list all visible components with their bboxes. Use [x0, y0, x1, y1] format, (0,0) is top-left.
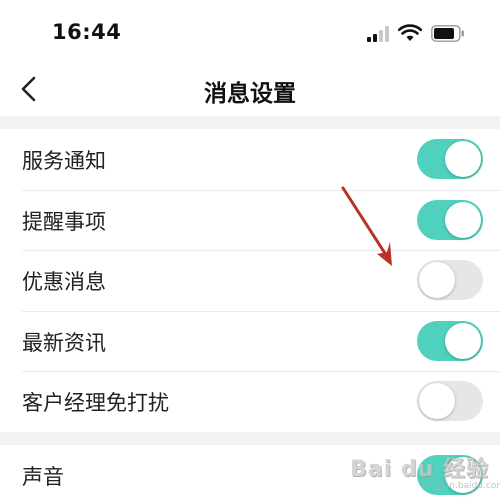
setting-label: 最新资讯	[22, 330, 106, 355]
toggle-knob	[419, 383, 455, 420]
toggle-knob	[445, 201, 481, 238]
notification-settings-list: 服务通知 提醒事项 优惠消息 最新资讯 客户经理免打扰	[0, 129, 500, 432]
setting-row-latest-news: 最新资讯	[0, 310, 500, 372]
toggle-knob	[445, 141, 481, 177]
battery-icon	[431, 25, 464, 42]
setting-label: 客户经理免打扰	[22, 391, 169, 416]
setting-label: 声音	[22, 465, 64, 489]
setting-row-promotions: 优惠消息	[0, 250, 500, 311]
annotation-arrow-icon	[341, 186, 392, 266]
navigation-bar: 消息设置	[0, 62, 500, 116]
baidu-jingyan-watermark: Bai du 经验 jingyan.baidu.com	[344, 447, 500, 497]
toggle-knob	[419, 262, 455, 299]
latest-news-toggle[interactable]	[417, 320, 483, 361]
page-title: 消息设置	[204, 81, 296, 107]
reminders-toggle[interactable]	[417, 199, 483, 240]
service-notification-toggle[interactable]	[417, 139, 483, 179]
setting-row-service-notification: 服务通知	[0, 129, 500, 190]
cellular-signal-icon	[367, 26, 391, 42]
setting-label: 服务通知	[22, 149, 106, 173]
section-divider	[0, 116, 500, 129]
status-bar: 16:44	[0, 0, 500, 62]
promotions-toggle[interactable]	[417, 260, 483, 301]
setting-label: 优惠消息	[22, 270, 106, 295]
watermark-text: Bai du 经验	[350, 457, 489, 482]
manager-do-not-disturb-toggle[interactable]	[417, 381, 483, 422]
wifi-icon	[398, 24, 422, 41]
setting-label: 提醒事项	[22, 209, 106, 234]
setting-row-manager-do-not-disturb: 客户经理免打扰	[0, 371, 500, 432]
watermark-subtext: jingyan.baidu.com	[422, 481, 500, 491]
section-divider	[0, 432, 500, 445]
setting-row-reminders: 提醒事项	[0, 189, 500, 251]
status-time: 16:44	[52, 20, 122, 44]
toggle-knob	[445, 322, 481, 359]
